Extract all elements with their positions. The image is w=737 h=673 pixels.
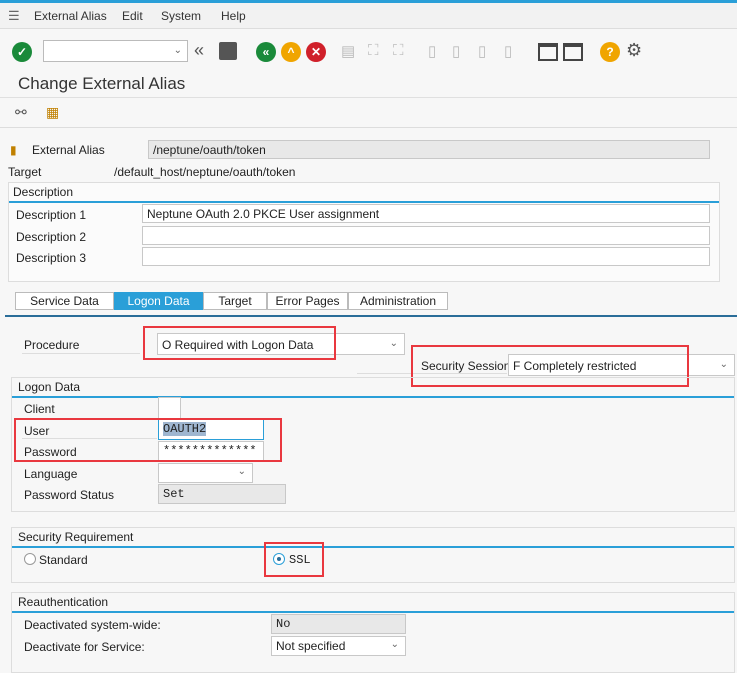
- find-next-icon: ⛶: [393, 42, 404, 59]
- cancel-icon[interactable]: ✕: [306, 42, 326, 62]
- deactivate-for-service-label: Deactivate for Service:: [24, 640, 145, 654]
- print-icon: ▤: [341, 43, 356, 60]
- password-status-label: Password Status: [24, 488, 115, 502]
- security-requirement-group: Security Requirement: [11, 527, 735, 583]
- find-icon: ⛶: [368, 42, 379, 59]
- password-status-field: Set: [158, 484, 286, 504]
- standard-label: Standard: [39, 553, 88, 567]
- description-title: Description: [9, 183, 719, 203]
- logon-data-title: Logon Data: [12, 378, 734, 398]
- description-2-label: Description 2: [16, 230, 87, 244]
- alias-icon: ▮: [10, 143, 17, 157]
- exit-icon[interactable]: ^: [281, 42, 301, 62]
- settings-icon[interactable]: ⚙: [626, 40, 642, 61]
- highlight-box: [14, 418, 282, 462]
- chevron-down-icon: ⌄: [237, 466, 246, 477]
- title-bar: Change External Alias: [0, 70, 737, 98]
- chevron-down-icon: ⌄: [173, 45, 182, 56]
- first-page-icon: ▯: [428, 43, 437, 60]
- last-page-icon: ▯: [504, 43, 513, 60]
- back-icon[interactable]: «: [194, 40, 204, 61]
- tab-service-data[interactable]: Service Data: [15, 292, 114, 310]
- next-page-icon: ▯: [478, 43, 487, 60]
- client-label: Client: [24, 402, 55, 416]
- create-session-icon[interactable]: [538, 43, 558, 61]
- deactivated-system-wide-field: No: [271, 614, 406, 634]
- command-field[interactable]: ⌄: [43, 40, 188, 62]
- menu-help[interactable]: Help: [221, 9, 246, 23]
- client-field[interactable]: [158, 397, 181, 419]
- menu-bar: ☰ External Alias Edit System Help: [0, 3, 737, 29]
- description-1-field[interactable]: Neptune OAuth 2.0 PKCE User assignment: [142, 204, 710, 223]
- help-icon[interactable]: ?: [600, 42, 620, 62]
- chevron-down-icon: ⌄: [390, 639, 399, 650]
- highlight-box: [143, 326, 336, 360]
- deactivated-system-wide-label: Deactivated system-wide:: [24, 618, 161, 632]
- highlight-box: [264, 542, 324, 577]
- divider: [0, 127, 737, 128]
- menu-edit[interactable]: Edit: [122, 9, 143, 23]
- tab-administration[interactable]: Administration: [348, 292, 448, 310]
- chevron-down-icon: ⌄: [719, 359, 728, 370]
- page-title: Change External Alias: [18, 74, 186, 93]
- hierarchy-icon[interactable]: ▦: [46, 104, 59, 121]
- display-change-icon[interactable]: ⚯: [15, 104, 27, 121]
- target-label: Target: [8, 165, 42, 179]
- chevron-down-icon: ⌄: [389, 338, 398, 349]
- language-label: Language: [24, 467, 78, 481]
- previous-page-icon: ▯: [452, 43, 461, 60]
- description-3-field[interactable]: [142, 247, 710, 266]
- tab-underline: [5, 315, 737, 317]
- enter-icon[interactable]: ✓: [12, 42, 32, 62]
- target-value: /default_host/neptune/oauth/token: [114, 165, 296, 179]
- menu-system[interactable]: System: [161, 9, 201, 23]
- tab-target[interactable]: Target: [203, 292, 267, 310]
- tab-error-pages[interactable]: Error Pages: [267, 292, 348, 310]
- language-dropdown[interactable]: ⌄: [158, 463, 253, 483]
- alias-label: External Alias: [32, 143, 105, 157]
- tab-logon-data[interactable]: Logon Data: [114, 292, 203, 310]
- menu-icon[interactable]: ☰: [8, 8, 20, 24]
- deactivate-for-service-dropdown[interactable]: Not specified ⌄: [271, 636, 406, 656]
- description-3-label: Description 3: [16, 251, 87, 265]
- description-2-field[interactable]: [142, 226, 710, 245]
- divider: [22, 353, 140, 354]
- security-requirement-title: Security Requirement: [12, 528, 734, 548]
- shortcut-icon[interactable]: [563, 43, 583, 61]
- back-green-icon[interactable]: «: [256, 42, 276, 62]
- reauthentication-title: Reauthentication: [12, 593, 734, 613]
- description-1-label: Description 1: [16, 208, 87, 222]
- deactivate-for-service-value: Not specified: [276, 639, 346, 653]
- procedure-label: Procedure: [24, 338, 80, 352]
- menu-external-alias[interactable]: External Alias: [34, 9, 107, 23]
- alias-field: /neptune/oauth/token: [148, 140, 710, 159]
- standard-radio[interactable]: [24, 553, 36, 565]
- save-icon[interactable]: [219, 42, 237, 60]
